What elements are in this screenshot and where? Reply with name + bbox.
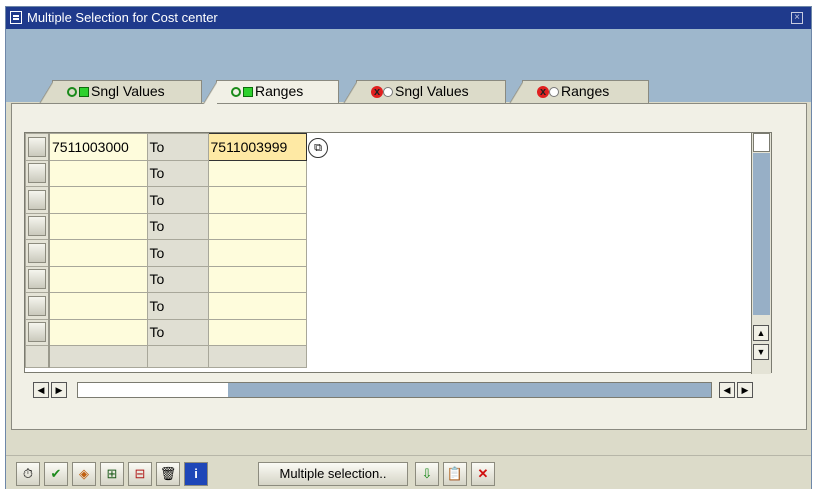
- high-value-field[interactable]: 7511003999: [207, 133, 307, 161]
- scroll-left-icon[interactable]: ◀: [33, 382, 49, 398]
- row-selector[interactable]: [25, 159, 50, 187]
- empty-cell: [207, 345, 307, 368]
- tab-panel: 7511003000 To 7511003999 To To To To To …: [11, 103, 807, 430]
- scroll-thumb[interactable]: [78, 383, 228, 397]
- vertical-scrollbar[interactable]: ▲ ▼: [751, 133, 771, 374]
- table-row: To: [25, 239, 307, 267]
- low-value-field[interactable]: [48, 212, 148, 240]
- window-menu-icon[interactable]: [10, 11, 22, 24]
- close-icon[interactable]: ×: [791, 12, 803, 24]
- low-value-field[interactable]: 7511003000: [48, 133, 148, 161]
- high-value-field[interactable]: [207, 265, 307, 293]
- tab-include-single-values[interactable]: Sngl Values: [39, 80, 202, 104]
- low-value-field[interactable]: [48, 265, 148, 293]
- multiple-selection-button[interactable]: Multiple selection..: [258, 462, 408, 486]
- scroll-up-icon[interactable]: ▲: [753, 325, 769, 341]
- multiple-selection-icon[interactable]: ⧉: [308, 138, 328, 158]
- row-selector[interactable]: [25, 318, 50, 346]
- row-selector[interactable]: [25, 186, 50, 214]
- table-row: To: [25, 318, 307, 346]
- scroll-track[interactable]: [77, 382, 712, 398]
- option-label: To: [146, 318, 209, 346]
- scroll-right-icon[interactable]: ▶: [737, 382, 753, 398]
- row-selector[interactable]: [25, 265, 50, 293]
- option-label: To: [146, 212, 209, 240]
- table-row: To: [25, 159, 307, 187]
- table-row: To: [25, 186, 307, 214]
- execute-icon[interactable]: ⏱: [16, 462, 40, 486]
- option-label: To: [146, 133, 209, 161]
- scroll-corner-box: [753, 133, 770, 152]
- tab-label: Ranges: [561, 83, 610, 99]
- tab-label: Ranges: [255, 83, 304, 99]
- option-label: To: [146, 159, 209, 187]
- horizontal-scrollbar[interactable]: ◀ ▶ ◀ ▶: [33, 381, 765, 399]
- row-selector: [25, 345, 50, 368]
- delete-line-icon[interactable]: ⊟: [128, 462, 152, 486]
- option-label: To: [146, 186, 209, 214]
- option-label: To: [146, 265, 209, 293]
- paste-icon[interactable]: 📋: [443, 462, 467, 486]
- empty-cell: [48, 345, 148, 368]
- insert-line-icon[interactable]: ⊞: [100, 462, 124, 486]
- tab-include-ranges[interactable]: Ranges: [203, 80, 339, 104]
- high-value-field[interactable]: [207, 292, 307, 320]
- table-row: 7511003000 To 7511003999: [25, 133, 307, 161]
- high-value-field[interactable]: [207, 318, 307, 346]
- bottom-toolbar: ⏱ ✔ ◈ ⊞ ⊟ 🗑 i Multiple selection.. ⇩ 📋 ✕: [6, 455, 811, 489]
- row-selector[interactable]: [25, 212, 50, 240]
- option-label: To: [146, 292, 209, 320]
- multiple-selection-dialog: Multiple Selection for Cost center × Sng…: [5, 6, 812, 489]
- table-row: To: [25, 292, 307, 320]
- ranges-table: 7511003000 To 7511003999 To To To To To …: [24, 132, 772, 398]
- option-label: To: [146, 239, 209, 267]
- table-row: To: [25, 265, 307, 293]
- tab-label: Sngl Values: [91, 83, 165, 99]
- high-value-field[interactable]: [207, 186, 307, 214]
- tab-strip: Sngl Values Ranges x Sngl Values x Range…: [6, 80, 811, 104]
- info-icon[interactable]: i: [184, 462, 208, 486]
- low-value-field[interactable]: [48, 318, 148, 346]
- high-value-field[interactable]: [207, 212, 307, 240]
- table-row-empty: [25, 345, 307, 368]
- title-bar: Multiple Selection for Cost center ×: [6, 7, 811, 29]
- scroll-thumb[interactable]: [753, 153, 770, 315]
- table-row: To: [25, 212, 307, 240]
- tab-exclude-ranges[interactable]: x Ranges: [509, 80, 649, 104]
- import-icon[interactable]: ⇩: [415, 462, 439, 486]
- check-icon[interactable]: ✔: [44, 462, 68, 486]
- trash-icon[interactable]: 🗑: [156, 462, 180, 486]
- row-selector[interactable]: [25, 239, 50, 267]
- tab-exclude-single-values[interactable]: x Sngl Values: [343, 80, 506, 104]
- low-value-field[interactable]: [48, 159, 148, 187]
- low-value-field[interactable]: [48, 292, 148, 320]
- window-title: Multiple Selection for Cost center: [27, 10, 218, 25]
- high-value-field[interactable]: [207, 159, 307, 187]
- row-selector[interactable]: [25, 133, 50, 161]
- empty-cell: [146, 345, 209, 368]
- row-selector[interactable]: [25, 292, 50, 320]
- scroll-down-icon[interactable]: ▼: [753, 344, 769, 360]
- high-value-field[interactable]: [207, 239, 307, 267]
- low-value-field[interactable]: [48, 186, 148, 214]
- tab-label: Sngl Values: [395, 83, 469, 99]
- cancel-icon[interactable]: ✕: [471, 462, 495, 486]
- low-value-field[interactable]: [48, 239, 148, 267]
- scroll-left-icon[interactable]: ◀: [719, 382, 735, 398]
- scroll-right-icon[interactable]: ▶: [51, 382, 67, 398]
- options-icon[interactable]: ◈: [72, 462, 96, 486]
